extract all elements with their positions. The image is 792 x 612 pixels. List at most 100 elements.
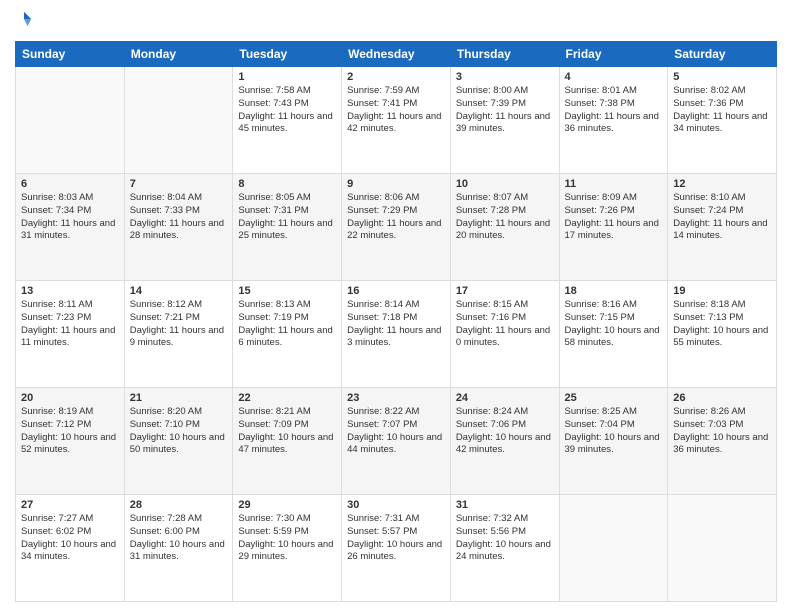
week-row-3: 13 Sunrise: 8:11 AM Sunset: 7:23 PM Dayli… (16, 281, 777, 388)
day-number: 6 (21, 178, 119, 190)
day-number: 18 (565, 285, 663, 297)
calendar-cell: 11 Sunrise: 8:09 AM Sunset: 7:26 PM Dayli… (559, 174, 668, 281)
day-info: Sunrise: 8:01 AM Sunset: 7:38 PM Dayligh… (565, 85, 663, 136)
day-info: Sunrise: 8:13 AM Sunset: 7:19 PM Dayligh… (238, 299, 336, 350)
day-number: 12 (673, 178, 771, 190)
day-number: 21 (130, 392, 228, 404)
day-number: 22 (238, 392, 336, 404)
calendar-cell: 6 Sunrise: 8:03 AM Sunset: 7:34 PM Daylig… (16, 174, 125, 281)
day-info: Sunrise: 7:31 AM Sunset: 5:57 PM Dayligh… (347, 513, 445, 564)
day-info: Sunrise: 8:05 AM Sunset: 7:31 PM Dayligh… (238, 192, 336, 243)
week-row-2: 6 Sunrise: 8:03 AM Sunset: 7:34 PM Daylig… (16, 174, 777, 281)
page: SundayMondayTuesdayWednesdayThursdayFrid… (0, 0, 792, 612)
week-row-4: 20 Sunrise: 8:19 AM Sunset: 7:12 PM Dayli… (16, 388, 777, 495)
day-number: 8 (238, 178, 336, 190)
day-number: 25 (565, 392, 663, 404)
day-info: Sunrise: 8:11 AM Sunset: 7:23 PM Dayligh… (21, 299, 119, 350)
weekday-sunday: Sunday (16, 42, 125, 67)
calendar-cell: 30 Sunrise: 7:31 AM Sunset: 5:57 PM Dayli… (342, 495, 451, 602)
calendar-cell: 26 Sunrise: 8:26 AM Sunset: 7:03 PM Dayli… (668, 388, 777, 495)
calendar-cell: 4 Sunrise: 8:01 AM Sunset: 7:38 PM Daylig… (559, 67, 668, 174)
day-info: Sunrise: 8:10 AM Sunset: 7:24 PM Dayligh… (673, 192, 771, 243)
day-number: 7 (130, 178, 228, 190)
day-number: 9 (347, 178, 445, 190)
calendar-cell: 12 Sunrise: 8:10 AM Sunset: 7:24 PM Dayli… (668, 174, 777, 281)
header (15, 10, 777, 33)
day-number: 17 (456, 285, 554, 297)
day-number: 20 (21, 392, 119, 404)
calendar-cell: 19 Sunrise: 8:18 AM Sunset: 7:13 PM Dayli… (668, 281, 777, 388)
calendar-cell: 14 Sunrise: 8:12 AM Sunset: 7:21 PM Dayli… (124, 281, 233, 388)
day-info: Sunrise: 8:04 AM Sunset: 7:33 PM Dayligh… (130, 192, 228, 243)
calendar-cell: 17 Sunrise: 8:15 AM Sunset: 7:16 PM Dayli… (450, 281, 559, 388)
calendar-cell (16, 67, 125, 174)
day-number: 15 (238, 285, 336, 297)
calendar-cell (124, 67, 233, 174)
week-row-1: 1Sunrise: 7:58 AM Sunset: 7:43 PM Daylig… (16, 67, 777, 174)
weekday-friday: Friday (559, 42, 668, 67)
day-number: 10 (456, 178, 554, 190)
calendar-cell: 1Sunrise: 7:58 AM Sunset: 7:43 PM Daylig… (233, 67, 342, 174)
day-info: Sunrise: 8:16 AM Sunset: 7:15 PM Dayligh… (565, 299, 663, 350)
day-info: Sunrise: 8:22 AM Sunset: 7:07 PM Dayligh… (347, 406, 445, 457)
day-number: 31 (456, 499, 554, 511)
day-info: Sunrise: 8:18 AM Sunset: 7:13 PM Dayligh… (673, 299, 771, 350)
calendar-cell (668, 495, 777, 602)
day-number: 24 (456, 392, 554, 404)
day-number: 3 (456, 71, 554, 83)
calendar-cell: 25Sunrise: 8:25 AM Sunset: 7:04 PM Dayli… (559, 388, 668, 495)
day-number: 27 (21, 499, 119, 511)
day-number: 4 (565, 71, 663, 83)
day-info: Sunrise: 8:09 AM Sunset: 7:26 PM Dayligh… (565, 192, 663, 243)
calendar-cell: 7 Sunrise: 8:04 AM Sunset: 7:33 PM Daylig… (124, 174, 233, 281)
day-info: Sunrise: 8:03 AM Sunset: 7:34 PM Dayligh… (21, 192, 119, 243)
weekday-wednesday: Wednesday (342, 42, 451, 67)
day-number: 30 (347, 499, 445, 511)
day-info: Sunrise: 7:59 AM Sunset: 7:41 PM Dayligh… (347, 85, 445, 136)
day-number: 19 (673, 285, 771, 297)
logo (15, 10, 35, 33)
day-info: Sunrise: 7:27 AM Sunset: 6:02 PM Dayligh… (21, 513, 119, 564)
day-number: 13 (21, 285, 119, 297)
day-info: Sunrise: 8:14 AM Sunset: 7:18 PM Dayligh… (347, 299, 445, 350)
calendar-cell: 5Sunrise: 8:02 AM Sunset: 7:36 PM Daylig… (668, 67, 777, 174)
calendar-cell: 31Sunrise: 7:32 AM Sunset: 5:56 PM Dayli… (450, 495, 559, 602)
day-info: Sunrise: 8:21 AM Sunset: 7:09 PM Dayligh… (238, 406, 336, 457)
weekday-header-row: SundayMondayTuesdayWednesdayThursdayFrid… (16, 42, 777, 67)
calendar-cell: 18 Sunrise: 8:16 AM Sunset: 7:15 PM Dayli… (559, 281, 668, 388)
day-info: Sunrise: 8:00 AM Sunset: 7:39 PM Dayligh… (456, 85, 554, 136)
weekday-thursday: Thursday (450, 42, 559, 67)
day-info: Sunrise: 8:06 AM Sunset: 7:29 PM Dayligh… (347, 192, 445, 243)
day-info: Sunrise: 8:26 AM Sunset: 7:03 PM Dayligh… (673, 406, 771, 457)
calendar-cell: 10 Sunrise: 8:07 AM Sunset: 7:28 PM Dayli… (450, 174, 559, 281)
day-info: Sunrise: 8:15 AM Sunset: 7:16 PM Dayligh… (456, 299, 554, 350)
day-info: Sunrise: 7:58 AM Sunset: 7:43 PM Dayligh… (238, 85, 336, 136)
day-info: Sunrise: 8:19 AM Sunset: 7:12 PM Dayligh… (21, 406, 119, 457)
day-info: Sunrise: 8:02 AM Sunset: 7:36 PM Dayligh… (673, 85, 771, 136)
calendar-table: SundayMondayTuesdayWednesdayThursdayFrid… (15, 41, 777, 602)
calendar-cell: 23Sunrise: 8:22 AM Sunset: 7:07 PM Dayli… (342, 388, 451, 495)
weekday-tuesday: Tuesday (233, 42, 342, 67)
calendar-cell: 24 Sunrise: 8:24 AM Sunset: 7:06 PM Dayli… (450, 388, 559, 495)
day-info: Sunrise: 7:30 AM Sunset: 5:59 PM Dayligh… (238, 513, 336, 564)
calendar-cell: 3 Sunrise: 8:00 AM Sunset: 7:39 PM Daylig… (450, 67, 559, 174)
calendar-cell: 27 Sunrise: 7:27 AM Sunset: 6:02 PM Dayli… (16, 495, 125, 602)
day-number: 28 (130, 499, 228, 511)
day-number: 2 (347, 71, 445, 83)
day-info: Sunrise: 8:24 AM Sunset: 7:06 PM Dayligh… (456, 406, 554, 457)
calendar-cell: 2 Sunrise: 7:59 AM Sunset: 7:41 PM Daylig… (342, 67, 451, 174)
day-number: 11 (565, 178, 663, 190)
calendar-cell (559, 495, 668, 602)
calendar-cell: 20 Sunrise: 8:19 AM Sunset: 7:12 PM Dayli… (16, 388, 125, 495)
calendar-cell: 22 Sunrise: 8:21 AM Sunset: 7:09 PM Dayli… (233, 388, 342, 495)
calendar-cell: 8 Sunrise: 8:05 AM Sunset: 7:31 PM Daylig… (233, 174, 342, 281)
day-info: Sunrise: 7:28 AM Sunset: 6:00 PM Dayligh… (130, 513, 228, 564)
day-info: Sunrise: 8:12 AM Sunset: 7:21 PM Dayligh… (130, 299, 228, 350)
day-number: 14 (130, 285, 228, 297)
calendar-cell: 29 Sunrise: 7:30 AM Sunset: 5:59 PM Dayli… (233, 495, 342, 602)
day-number: 29 (238, 499, 336, 511)
day-info: Sunrise: 8:07 AM Sunset: 7:28 PM Dayligh… (456, 192, 554, 243)
day-number: 26 (673, 392, 771, 404)
logo-icon (15, 10, 33, 28)
week-row-5: 27 Sunrise: 7:27 AM Sunset: 6:02 PM Dayli… (16, 495, 777, 602)
